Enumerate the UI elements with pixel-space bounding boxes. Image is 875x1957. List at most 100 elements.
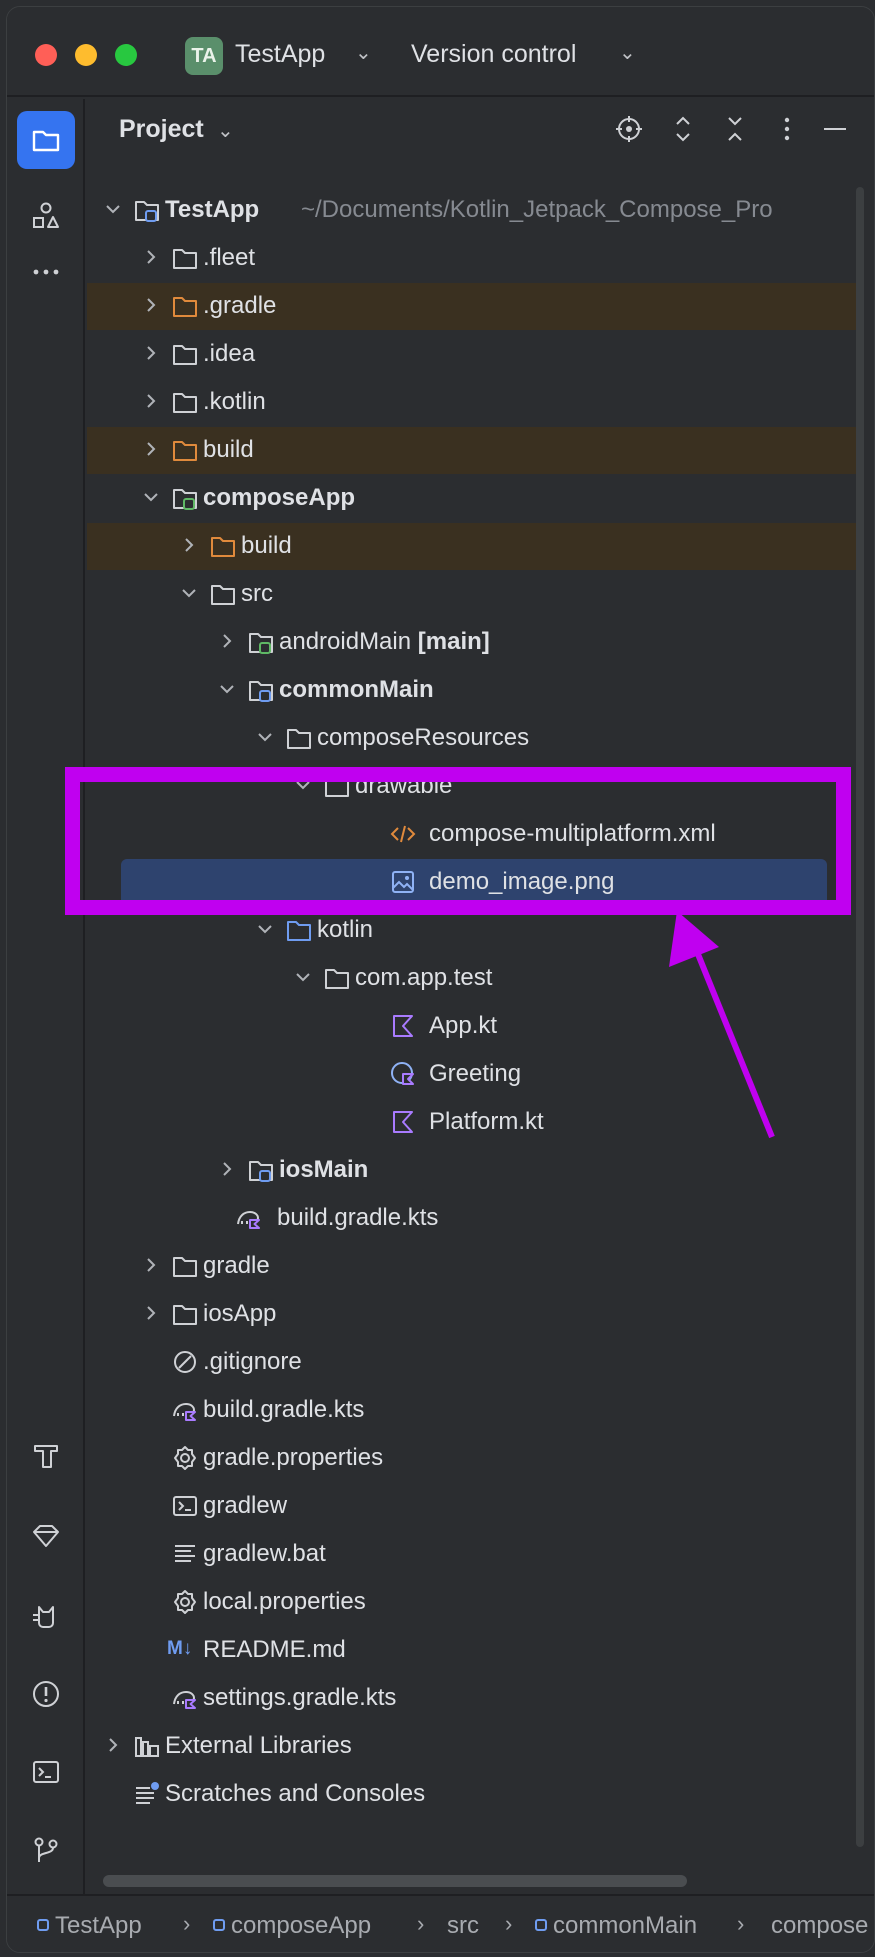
chevron-down-icon[interactable]: ⌄ [355, 40, 372, 65]
tree-label: composeResources [317, 724, 530, 751]
tree-row[interactable]: External Libraries [87, 1723, 857, 1770]
settings-file-icon [174, 1590, 196, 1614]
chevron-right-icon[interactable] [139, 1253, 163, 1277]
chevron-down-icon[interactable] [177, 581, 201, 605]
tree-label: Greeting [429, 1060, 522, 1087]
tree-row[interactable]: .idea [87, 331, 857, 378]
tree-row[interactable]: M↓ README.md [87, 1627, 857, 1674]
zoom-window-button[interactable] [115, 44, 137, 66]
terminal-tool-button[interactable] [17, 1743, 75, 1801]
annotation-arrow-icon [669, 911, 775, 1139]
tree-row[interactable]: composeApp [87, 475, 857, 522]
tree-row[interactable]: composeResources [87, 715, 857, 762]
tree-row[interactable]: Scratches and Consoles [87, 1771, 857, 1818]
vertical-scrollbar[interactable] [856, 187, 864, 1847]
breadcrumb-item[interactable]: compose [771, 1912, 868, 1940]
breadcrumb-item[interactable]: src [447, 1912, 479, 1940]
tree-row[interactable]: commonMain [87, 667, 857, 714]
build-hammer-icon [34, 1445, 58, 1468]
tree-row[interactable]: drawable [87, 763, 857, 810]
tree-row[interactable]: build [87, 523, 857, 570]
expand-all-icon[interactable] [667, 113, 699, 145]
chevron-down-icon[interactable]: ⌄ [217, 118, 234, 143]
breadcrumb-item[interactable]: composeApp [213, 1912, 371, 1940]
build-tool-button[interactable] [17, 1427, 75, 1485]
version-control-menu[interactable]: Version control [411, 40, 576, 69]
tree-row[interactable]: build.gradle.kts [87, 1387, 857, 1434]
options-icon[interactable] [771, 113, 803, 145]
project-tool-button[interactable] [17, 111, 75, 169]
chevron-right-icon[interactable] [177, 533, 201, 557]
tree-row[interactable]: gradlew [87, 1483, 857, 1530]
problems-tool-button[interactable] [17, 1665, 75, 1723]
tree-label: demo_image.png [429, 868, 615, 895]
chevron-right-icon[interactable] [215, 1157, 239, 1181]
breadcrumb-item[interactable]: commonMain [535, 1912, 697, 1940]
panel-title[interactable]: Project [119, 115, 204, 144]
gemini-tool-button[interactable] [17, 1507, 75, 1565]
chevron-right-icon[interactable] [139, 389, 163, 413]
chevron-right-icon[interactable] [139, 437, 163, 461]
tree-row[interactable]: .gitignore [87, 1339, 857, 1386]
tree-row[interactable]: androidMain [main] [87, 619, 857, 666]
tree-row[interactable]: iosApp [87, 1291, 857, 1338]
chevron-down-icon[interactable] [215, 677, 239, 701]
chevron-right-icon[interactable] [139, 293, 163, 317]
structure-tool-button[interactable] [17, 187, 75, 245]
horizontal-scrollbar[interactable] [103, 1875, 687, 1887]
tree-label: gradlew.bat [203, 1540, 326, 1567]
tree-row[interactable]: build [87, 427, 857, 474]
chevron-down-icon[interactable] [101, 197, 125, 221]
chevron-down-icon[interactable]: ⌄ [619, 40, 636, 65]
tree-row[interactable]: .gradle [87, 283, 857, 330]
chevron-down-icon[interactable] [139, 485, 163, 509]
chevron-right-icon[interactable] [139, 341, 163, 365]
tree-row[interactable]: compose-multiplatform.xml [87, 811, 857, 858]
tree-row[interactable]: iosMain [87, 1147, 857, 1194]
project-badge[interactable]: TA [185, 37, 223, 75]
locate-icon[interactable] [613, 113, 645, 145]
tree-row[interactable]: local.properties [87, 1579, 857, 1626]
terminal-icon [33, 1761, 59, 1783]
chevron-down-icon[interactable] [253, 917, 277, 941]
tree-tag: [main] [417, 628, 490, 655]
tree-row[interactable]: gradle [87, 1243, 857, 1290]
tree-path: ~/Documents/Kotlin_Jetpack_Compose_Pro [301, 196, 773, 223]
tree-label: drawable [355, 772, 453, 799]
tree-row-selected[interactable]: demo_image.png [87, 859, 857, 906]
chevron-right-icon[interactable] [139, 1301, 163, 1325]
tree-row[interactable]: gradlew.bat [87, 1531, 857, 1578]
project-name[interactable]: TestApp [235, 40, 325, 69]
more-tools-button[interactable] [17, 243, 75, 301]
tree-label: TestApp [165, 196, 260, 223]
git-tool-button[interactable] [17, 1821, 75, 1879]
tree-row[interactable]: .fleet [87, 235, 857, 282]
gem-icon [33, 1525, 59, 1547]
tree-label: build [203, 436, 254, 463]
breadcrumb-item[interactable]: TestApp [37, 1912, 142, 1940]
close-window-button[interactable] [35, 44, 57, 66]
logcat-tool-button[interactable] [17, 1587, 75, 1645]
chevron-down-icon[interactable] [253, 725, 277, 749]
tree-row-testapp[interactable]: TestApp ~/Documents/Kotlin_Jetpack_Compo… [87, 187, 857, 234]
kotlin-class-icon [391, 1062, 414, 1085]
tree-label: .gitignore [203, 1348, 302, 1375]
hide-icon[interactable] [819, 113, 851, 145]
excluded-folder-icon [211, 537, 235, 557]
tree-row[interactable]: src [87, 571, 857, 618]
chevron-down-icon[interactable] [291, 965, 315, 989]
folder-icon [32, 130, 60, 152]
chevron-right-icon[interactable] [101, 1733, 125, 1757]
minimize-window-button[interactable] [75, 44, 97, 66]
tree-row[interactable]: settings.gradle.kts [87, 1675, 857, 1722]
module-folder-icon [173, 489, 197, 510]
module-icon [535, 1919, 547, 1931]
tree-row[interactable]: .kotlin [87, 379, 857, 426]
collapse-all-icon[interactable] [719, 113, 751, 145]
chevron-right-icon[interactable] [139, 245, 163, 269]
tree-row[interactable]: build.gradle.kts [87, 1195, 857, 1242]
tree-row[interactable]: gradle.properties [87, 1435, 857, 1482]
chevron-right-icon[interactable] [215, 629, 239, 653]
chevron-down-icon[interactable] [291, 773, 315, 797]
tree-label: composeApp [203, 484, 356, 511]
